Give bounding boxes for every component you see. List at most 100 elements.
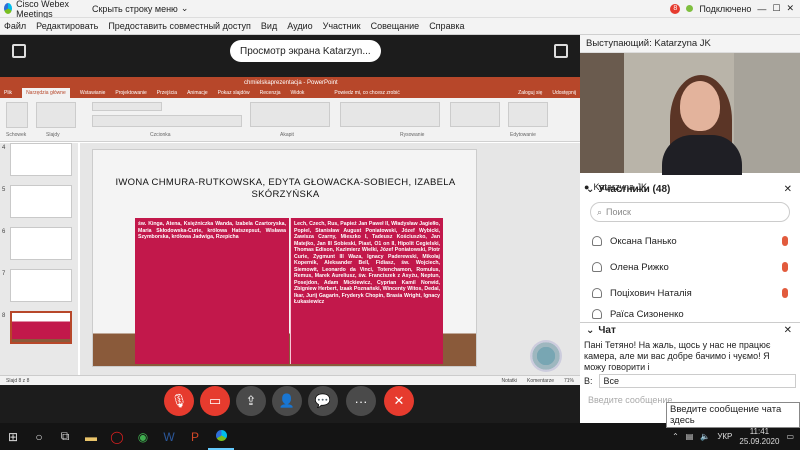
hide-menubar-label: Скрыть строку меню — [92, 3, 178, 14]
editing-controls[interactable] — [508, 102, 548, 127]
ppt-tell-me[interactable]: Powiedz mi, co chcesz zrobić — [334, 90, 399, 96]
current-slide[interactable]: IWONA CHMURA-RUTKOWSKA, EDYTA GŁOWACKA-S… — [92, 149, 477, 367]
video-button[interactable]: ▭ — [200, 386, 230, 416]
menu-share[interactable]: Предоставить совместный доступ — [108, 21, 251, 31]
menu-participant[interactable]: Участник — [323, 21, 361, 31]
explorer-button[interactable]: ▬ — [78, 423, 104, 450]
notification-badge[interactable]: 8 — [670, 3, 681, 14]
panel-close-icon[interactable]: ✕ — [784, 325, 792, 336]
meeting-controls: 🎙 ▭ ⇪ 👤 💬 ··· ✕ — [0, 384, 580, 420]
folder-icon: ▬ — [85, 429, 97, 444]
volume-icon[interactable]: 🔈 — [700, 432, 710, 441]
chat-button[interactable]: 💬 — [308, 386, 338, 416]
menu-help[interactable]: Справка — [429, 21, 464, 31]
ppt-tab-slideshow[interactable]: Pokaz slajdów — [218, 90, 250, 96]
ppt-tab-design[interactable]: Projektowanie — [115, 90, 146, 96]
view-screen-dropdown[interactable]: Просмотр экрана Katarzyn... — [230, 40, 381, 62]
ppt-tab-review[interactable]: Recenzja — [260, 90, 281, 96]
thumb-number: 7 — [2, 271, 6, 277]
app-name: Cisco Webex Meetings — [16, 0, 69, 19]
panel-close-icon[interactable]: ✕ — [784, 184, 792, 195]
shared-powerpoint-window[interactable]: chmielskaprezentacja - PowerPoint Plik N… — [0, 77, 580, 385]
powerpoint-icon: P — [190, 429, 199, 444]
fullscreen-icon[interactable] — [554, 44, 568, 58]
slide-editor: IWONA CHMURA-RUTKOWSKA, EDYTA GŁOWACKA-S… — [80, 143, 580, 375]
ppt-share[interactable]: Udostępnij — [552, 90, 576, 96]
participant-row[interactable]: Поціхович Наталія — [580, 281, 800, 305]
slide-thumbnail-active[interactable] — [10, 311, 72, 344]
participants-button[interactable]: 👤 — [272, 386, 302, 416]
task-view-button[interactable]: ⧉ — [52, 423, 78, 450]
shape-style-controls[interactable] — [450, 102, 500, 127]
start-button[interactable]: ⊞ — [0, 423, 26, 450]
exit-fullscreen-icon[interactable] — [12, 44, 26, 58]
participant-row[interactable]: Оксана Панько — [580, 229, 800, 253]
participant-name: Оксана Панько — [610, 235, 677, 247]
font-family-select[interactable] — [92, 102, 162, 111]
ppt-tab-animations[interactable]: Animacje — [187, 90, 208, 96]
participant-row[interactable]: Олена Рижко — [580, 255, 800, 279]
ppt-tab-transitions[interactable]: Przejścia — [157, 90, 177, 96]
comments-button[interactable]: Komentarze — [527, 378, 554, 384]
minimize-button[interactable]: — — [757, 4, 766, 14]
new-slide-button[interactable] — [36, 102, 76, 128]
participant-row[interactable]: Раїса Сизоненко — [580, 307, 800, 321]
notes-button[interactable]: Notatki — [501, 378, 517, 384]
slide-title: IWONA CHMURA-RUTKOWSKA, EDYTA GŁOWACKA-S… — [115, 177, 456, 200]
hide-menubar-toggle[interactable]: Скрыть строку меню ⌄ — [92, 3, 188, 14]
mute-button[interactable]: 🎙 — [164, 386, 194, 416]
ppt-tab-home[interactable]: Narzędzia główne — [22, 88, 70, 98]
participants-header[interactable]: ⌄ Участники (48) ✕ — [580, 180, 800, 198]
menu-view[interactable]: Вид — [261, 21, 277, 31]
search-placeholder: Поиск — [606, 207, 631, 217]
word-button[interactable]: W — [156, 423, 182, 450]
paragraph-controls[interactable] — [250, 102, 330, 127]
shapes-gallery[interactable] — [340, 102, 440, 127]
more-options-button[interactable]: ··· — [346, 386, 376, 416]
menu-audio[interactable]: Аудио — [287, 21, 312, 31]
paste-button[interactable] — [6, 102, 28, 128]
thumb-number: 6 — [2, 229, 6, 235]
slide-thumbnail[interactable] — [10, 269, 72, 302]
ribbon-group-font: Czcionka — [150, 132, 171, 138]
mic-muted-icon — [782, 262, 788, 272]
opera-button[interactable]: ◯ — [104, 423, 130, 450]
ppt-login[interactable]: Zaloguj się — [518, 90, 542, 96]
close-button[interactable]: ✕ — [786, 3, 794, 14]
chat-input[interactable]: Введите сообщение — [588, 395, 678, 405]
clock[interactable]: 11:41 25.09.2020 — [739, 427, 779, 447]
chat-message: Пані Тетяно! На жаль, щось у нас не прац… — [584, 340, 771, 372]
ppt-tab-view[interactable]: Widok — [291, 90, 305, 96]
ppt-tab-insert[interactable]: Wstawianie — [80, 90, 106, 96]
network-icon[interactable]: ▤ — [686, 432, 694, 441]
webex-logo-icon — [4, 3, 13, 14]
chat-title: Чат — [598, 325, 616, 336]
webex-taskbar-button[interactable] — [208, 423, 234, 450]
language-indicator[interactable]: УКР — [717, 432, 732, 441]
menu-edit[interactable]: Редактировать — [36, 21, 98, 31]
ppt-tab-file[interactable]: Plik — [4, 90, 12, 96]
font-format-row[interactable] — [92, 115, 242, 127]
chat-bubble-icon: 💬 — [314, 393, 332, 408]
ribbon-group-paragraph: Akapit — [280, 132, 294, 138]
video-off-icon: ▭ — [208, 393, 222, 408]
slide-thumbnail[interactable] — [10, 143, 72, 176]
menu-meeting[interactable]: Совещание — [371, 21, 420, 31]
zoom-level[interactable]: 71% — [564, 378, 574, 384]
share-button[interactable]: ⇪ — [236, 386, 266, 416]
chat-recipient-select[interactable]: Все — [598, 374, 796, 388]
chat-header[interactable]: ⌄ Чат ✕ — [580, 322, 800, 338]
powerpoint-button[interactable]: P — [182, 423, 208, 450]
notifications-icon[interactable]: ▭ — [786, 432, 794, 441]
leave-meeting-button[interactable]: ✕ — [384, 386, 414, 416]
opera-icon: ◯ — [110, 429, 124, 444]
menu-file[interactable]: Файл — [4, 21, 26, 31]
participant-search-input[interactable]: ⌕ Поиск — [590, 202, 790, 222]
slide-thumbnail[interactable] — [10, 227, 72, 260]
presenter-video[interactable]: ● Katarzyna JK — [580, 53, 800, 194]
search-taskbar-button[interactable]: ○ — [26, 423, 52, 450]
slide-thumbnail[interactable] — [10, 185, 72, 218]
maximize-button[interactable]: ☐ — [772, 3, 780, 14]
chrome-button[interactable]: ◉ — [130, 423, 156, 450]
chevron-up-icon[interactable]: ⌃ — [672, 432, 679, 441]
